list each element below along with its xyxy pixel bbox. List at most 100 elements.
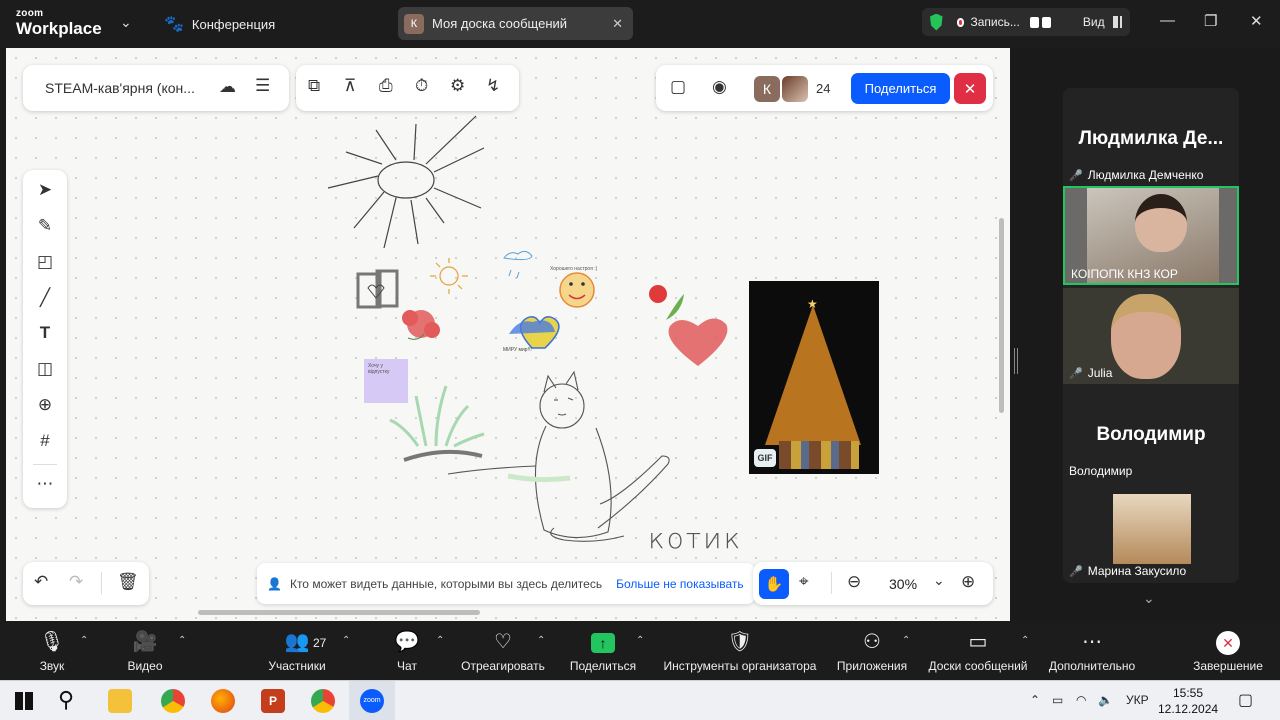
chrome-profile-icon[interactable]: [311, 689, 335, 713]
chevron-up-icon[interactable]: ⌃: [436, 635, 444, 646]
undo-icon[interactable]: ↶: [34, 572, 48, 592]
line-icon[interactable]: ╱: [23, 288, 67, 308]
chrome-icon[interactable]: [161, 689, 185, 713]
comment-add-icon[interactable]: ⊕: [23, 395, 67, 415]
pages-icon[interactable]: ⧉: [308, 76, 320, 96]
laser-icon[interactable]: ↯: [486, 76, 500, 96]
powerpoint-icon[interactable]: P: [261, 689, 285, 713]
participant-tile[interactable]: 🎤 Julia: [1063, 288, 1239, 384]
end-meeting-button[interactable]: ✕ Завершение: [1190, 629, 1266, 673]
chat-button[interactable]: 💬 Чат: [387, 629, 427, 673]
windows-taskbar: ⚲ P zoom ⌃ ▭ ◠ 🔈 УКР 15:55 12.12.2024 ▢: [0, 680, 1280, 720]
close-board-button[interactable]: ✕: [954, 73, 986, 104]
conference-tab[interactable]: 🐾 Конференция: [164, 14, 275, 34]
frame-icon[interactable]: #: [23, 431, 67, 451]
recording-bar: Запись... Вид: [922, 8, 1130, 36]
whiteboard-tab[interactable]: К Моя доска сообщений ✕: [398, 7, 633, 40]
shapes-icon[interactable]: ◰: [23, 252, 67, 272]
participant-tile[interactable]: Людмилка Де... 🎤 Людмилка Демченко: [1063, 88, 1239, 186]
close-icon[interactable]: ✕: [612, 16, 623, 32]
zoom-out-icon[interactable]: ⊖: [847, 572, 861, 592]
chevron-down-icon[interactable]: ⌄: [1143, 590, 1155, 607]
christmas-tree-gif[interactable]: ★ GIF: [749, 281, 879, 474]
language-indicator[interactable]: УКР: [1126, 693, 1149, 707]
volume-icon[interactable]: 🔈: [1098, 693, 1113, 707]
pen-icon[interactable]: ✎: [23, 216, 67, 236]
horizontal-scrollbar[interactable]: [198, 610, 480, 615]
video-button[interactable]: 🎥 Видео: [120, 629, 170, 673]
window-close-icon[interactable]: ✕: [1250, 12, 1263, 30]
comment-icon[interactable]: ▢: [670, 77, 686, 97]
grid-icon[interactable]: [1112, 16, 1122, 28]
host-tools-button[interactable]: 🛡 Инструменты организатора: [658, 629, 822, 673]
locate-icon[interactable]: ⌖: [799, 572, 809, 592]
hand-icon[interactable]: ✋: [759, 569, 789, 599]
chevron-up-icon[interactable]: ⌃: [636, 635, 644, 646]
board-title[interactable]: STEAM-кав'ярня (кон...: [45, 80, 195, 96]
dont-show-again-link[interactable]: Больше не показывать: [616, 577, 744, 591]
notifications-icon[interactable]: ▢: [1238, 690, 1253, 710]
battery-icon[interactable]: ▭: [1052, 693, 1063, 707]
mic-muted-icon: 🎤: [1069, 169, 1083, 182]
timer-icon[interactable]: ⏱: [415, 76, 428, 96]
whiteboard-canvas[interactable]: Хорошего настроя :) МИРУ мир!!! Хочу у в…: [6, 48, 1010, 621]
vertical-scrollbar[interactable]: [999, 218, 1004, 413]
divider: [831, 572, 832, 594]
chevron-up-icon[interactable]: ⌃: [902, 635, 910, 646]
shield-icon: [930, 13, 943, 31]
wifi-icon[interactable]: ◠: [1076, 693, 1086, 707]
restore-icon[interactable]: ❐: [1204, 12, 1217, 30]
select-icon[interactable]: ➤: [23, 180, 67, 200]
windows-start-icon[interactable]: [15, 692, 33, 710]
react-button[interactable]: ♡ Отреагировать: [456, 629, 550, 673]
redo-icon[interactable]: ↷: [69, 572, 83, 592]
system-clock[interactable]: 15:55 12.12.2024: [1158, 685, 1218, 717]
sticky-note[interactable]: Хочу у відпустку: [364, 359, 408, 403]
apps-button[interactable]: ⚇ Приложения: [832, 629, 912, 673]
audio-button[interactable]: 🎙 Звук: [32, 629, 72, 673]
chevron-up-icon[interactable]: ⌃: [537, 635, 545, 646]
minimize-icon[interactable]: —: [1160, 12, 1175, 29]
firefox-icon[interactable]: [211, 689, 235, 713]
participant-tile-active[interactable]: КОІПОПК КНЗ КОР: [1063, 186, 1239, 285]
chevron-down-icon[interactable]: ⌄: [933, 572, 945, 589]
participant-tile[interactable]: Володимир Володимир: [1063, 384, 1239, 484]
chevron-up-icon[interactable]: ⌃: [178, 635, 186, 646]
zoom-in-icon[interactable]: ⊕: [961, 572, 975, 592]
more-label: Дополнительно: [1048, 659, 1136, 673]
zoom-level[interactable]: 30%: [889, 576, 917, 592]
view-button[interactable]: Вид: [1083, 15, 1105, 29]
trash-icon[interactable]: 🗑: [117, 572, 139, 592]
chevron-up-icon[interactable]: ⌃: [1021, 635, 1029, 646]
meeting-toolbar: 🎙 Звук ⌃ 🎥 Видео ⌃ 👥 Участники 27 ⌃ 💬 Ча…: [0, 621, 1280, 680]
cat-caption: котик: [648, 522, 743, 555]
chevron-up-icon[interactable]: ⌃: [1030, 693, 1040, 707]
apps-icon[interactable]: ⚙: [450, 76, 465, 96]
panel-resize-handle[interactable]: [1014, 348, 1018, 374]
cloud-save-icon[interactable]: ☁: [219, 77, 236, 97]
participant-tile[interactable]: 🎤 Марина Закусило: [1063, 484, 1239, 583]
export-icon[interactable]: ⎙: [379, 76, 393, 96]
more-button[interactable]: ⋯ Дополнительно: [1044, 629, 1140, 673]
pause-stop-buttons[interactable]: [1029, 16, 1051, 28]
present-icon[interactable]: ⊼: [344, 76, 356, 96]
chevron-up-icon[interactable]: ⌃: [342, 635, 350, 646]
file-explorer-icon[interactable]: [108, 689, 132, 713]
zoom-app-icon[interactable]: zoom: [360, 689, 384, 713]
viewer-count[interactable]: 24: [816, 81, 830, 96]
people-icon: 👤: [267, 576, 282, 591]
share-screen-button[interactable]: ↑ Поделиться: [566, 629, 640, 673]
menu-icon[interactable]: ☰: [255, 76, 270, 96]
participant-big-name: Людмилка Де...: [1078, 128, 1224, 149]
clock-time: 15:55: [1172, 686, 1204, 700]
whiteboards-button[interactable]: ▭ Доски сообщений: [922, 629, 1034, 673]
share-button[interactable]: Поделиться: [851, 73, 950, 104]
text-icon[interactable]: T: [23, 323, 67, 343]
more-tools-icon[interactable]: ⋯: [23, 474, 67, 494]
react-label: Отреагировать: [461, 659, 545, 673]
sticky-note-icon[interactable]: ◫: [23, 359, 67, 379]
search-icon[interactable]: ⚲: [58, 687, 74, 713]
chevron-up-icon[interactable]: ⌃: [80, 635, 88, 646]
follow-icon[interactable]: ◉: [712, 77, 727, 97]
chevron-down-icon[interactable]: ⌄: [120, 14, 132, 31]
